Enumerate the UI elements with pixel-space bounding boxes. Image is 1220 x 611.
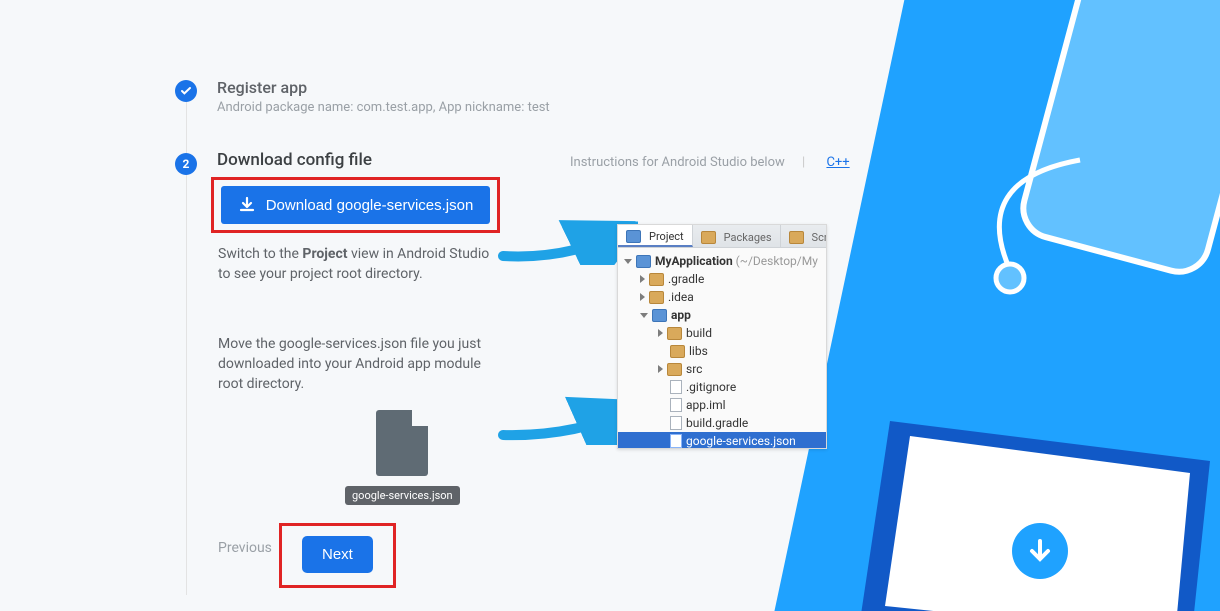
download-icon <box>238 196 256 214</box>
previous-button[interactable]: Previous <box>218 540 272 556</box>
decorative-laptop-illustration <box>830 391 1220 611</box>
download-button-label: Download google-services.json <box>266 197 474 214</box>
as-selected-file: google-services.json <box>618 432 826 449</box>
as-project-tree: MyApplication (~/Desktop/My .gradle .ide… <box>618 248 826 449</box>
cpp-link[interactable]: C++ <box>826 155 849 170</box>
next-button-highlight: Next <box>279 523 396 588</box>
step2-instructions-note: Instructions for Android Studio below | … <box>570 155 850 170</box>
folder-icon <box>667 363 682 376</box>
module-icon <box>652 309 667 322</box>
decorative-phone-illustration <box>940 0 1220 340</box>
file-icon <box>670 416 682 430</box>
document-icon <box>376 410 428 476</box>
folder-icon <box>701 231 716 244</box>
as-tabs: Project Packages Scratche <box>618 225 826 248</box>
folder-icon <box>649 291 664 304</box>
instructions-note-text: Instructions for Android Studio below <box>570 155 785 170</box>
config-file-label: google-services.json <box>345 486 460 505</box>
as-tab-packages: Packages <box>693 225 781 247</box>
as-tab-project: Project <box>618 225 693 247</box>
module-icon <box>636 255 651 268</box>
file-icon <box>670 398 682 412</box>
folder-icon <box>789 231 804 244</box>
project-icon <box>626 230 641 243</box>
switch-view-instruction: Switch to the Project view in Android St… <box>218 244 493 284</box>
step1-complete-badge <box>175 80 197 102</box>
step2-title: Download config file <box>217 150 372 170</box>
json-file-icon <box>670 434 682 448</box>
step1-subtitle: Android package name: com.test.app, App … <box>217 100 550 115</box>
file-icon <box>670 380 682 394</box>
as-side-tab: Z: Structure <box>617 225 618 448</box>
folder-icon <box>670 345 685 358</box>
download-button-highlight: Download google-services.json <box>211 177 500 233</box>
move-file-instruction: Move the google-services.json file you j… <box>218 334 493 394</box>
download-button[interactable]: Download google-services.json <box>221 186 490 224</box>
next-button[interactable]: Next <box>302 536 373 573</box>
as-tab-scratches: Scratche <box>781 225 827 247</box>
config-file-illustration: google-services.json <box>345 410 460 505</box>
android-studio-screenshot: Z: Structure Project Packages Scratche M… <box>617 224 827 449</box>
step2-number-badge: 2 <box>175 153 197 175</box>
folder-icon <box>667 327 682 340</box>
folder-icon <box>649 273 664 286</box>
step1-title: Register app <box>217 78 307 97</box>
